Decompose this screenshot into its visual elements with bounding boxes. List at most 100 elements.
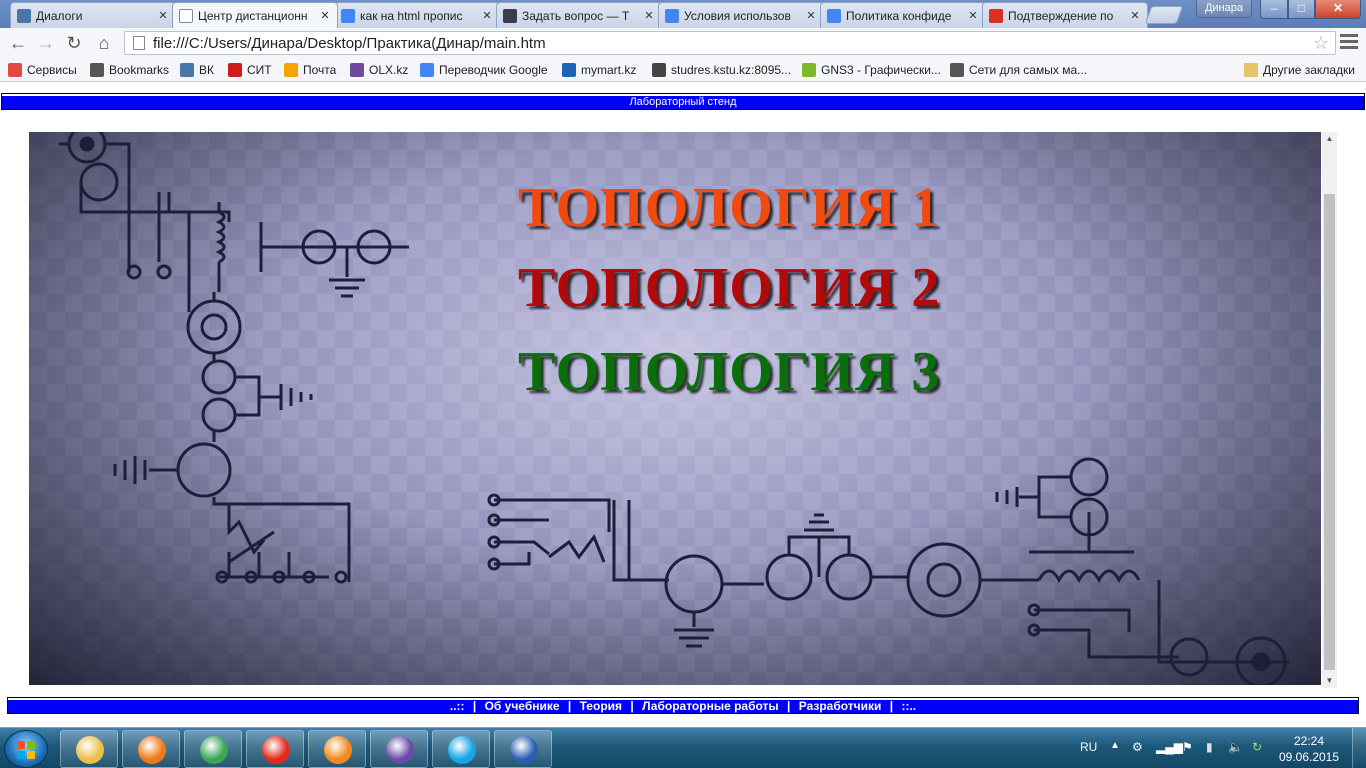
mymart-icon: [562, 63, 576, 77]
network-activity-icon[interactable]: ⚙: [1132, 740, 1143, 768]
visual-studio-icon: [386, 736, 414, 764]
scrollbar-thumb[interactable]: [1324, 194, 1335, 670]
show-desktop-button[interactable]: [1352, 728, 1366, 768]
explorer-icon: [76, 736, 104, 764]
menu-hamburger-icon[interactable]: [1340, 34, 1358, 50]
address-url[interactable]: file:///C:/Users/Динара/Desktop/Практика…: [153, 35, 1313, 52]
maximize-button[interactable]: □: [1288, 0, 1315, 19]
browser-tab-strip: Диалоги ✕ Центр дистанционн ✕ как на html пр…: [0, 0, 1366, 28]
topology-3-link[interactable]: ТОПОЛОГИЯ 3: [518, 340, 940, 404]
windows-logo-icon: [17, 741, 35, 759]
browser-tab[interactable]: Диалоги ✕: [10, 2, 176, 28]
bookmark-star-icon[interactable]: ☆: [1313, 33, 1329, 54]
other-bookmarks-folder[interactable]: Другие закладки: [1244, 62, 1355, 78]
nav-labs-link[interactable]: Лабораторные работы: [642, 699, 779, 713]
windows-taskbar: RU ▲ ⚙ ▂▄▆ ⚑ ▮ 🔈 ↻ 22:24 09.06.2015: [0, 727, 1366, 768]
browser-tab[interactable]: как на html пропис ✕: [334, 2, 500, 28]
gmail-icon: [989, 8, 1003, 23]
google-icon: [665, 8, 679, 23]
bookmark-item[interactable]: studres.kstu.kz:8095...: [652, 62, 791, 78]
skype-icon: [448, 736, 476, 764]
apps-grid-icon: [8, 63, 22, 77]
other-bookmarks-label: Другие закладки: [1263, 63, 1355, 77]
dots-icon: [652, 63, 666, 77]
firefox-icon: [324, 736, 352, 764]
browser-tab[interactable]: Политика конфиде ✕: [820, 2, 986, 28]
close-tab-icon[interactable]: ✕: [805, 9, 817, 22]
bookmark-label: Сервисы: [27, 63, 77, 77]
browser-tab[interactable]: Задать вопрос — Т ✕: [496, 2, 662, 28]
taskbar-app-yandex-browser[interactable]: [246, 730, 304, 768]
volume-icon[interactable]: 🔈: [1228, 740, 1243, 768]
start-button[interactable]: [4, 730, 48, 768]
bookmark-label: studres.kstu.kz:8095...: [671, 63, 792, 77]
gns3-icon: [802, 63, 816, 77]
topology-1-link[interactable]: ТОПОЛОГИЯ 1: [518, 176, 940, 240]
nav-theory-link[interactable]: Теория: [580, 699, 622, 713]
footer-right-mark: ::..: [901, 699, 917, 713]
close-tab-icon[interactable]: ✕: [1129, 9, 1141, 22]
browser-tab[interactable]: Подтверждение по ✕: [982, 2, 1148, 28]
bookmark-label: Bookmarks: [109, 63, 170, 77]
frame-scrollbar[interactable]: ▲ ▼: [1322, 132, 1337, 688]
taskbar-app-skype[interactable]: [432, 730, 490, 768]
address-bar[interactable]: file:///C:/Users/Динара/Desktop/Практика…: [124, 31, 1336, 55]
battery-icon[interactable]: ▮: [1206, 740, 1213, 768]
page-icon: [179, 8, 193, 23]
scroll-down-arrow-icon[interactable]: ▼: [1322, 674, 1337, 688]
close-window-button[interactable]: ✕: [1315, 0, 1361, 19]
bookmark-item[interactable]: Bookmarks: [90, 62, 169, 78]
minimize-button[interactable]: –: [1260, 0, 1288, 19]
tab-title: Подтверждение по: [1008, 8, 1114, 23]
browser-toolbar: ← → ↻ ⌂ file:///C:/Users/Динара/Desktop/…: [0, 28, 1366, 58]
taskbar-app-media-player[interactable]: [122, 730, 180, 768]
new-tab-button[interactable]: [1144, 6, 1184, 24]
bookmark-item[interactable]: Переводчик Google: [420, 62, 548, 78]
bookmark-label: mymart.kz: [581, 63, 637, 77]
browser-tab[interactable]: Центр дистанционн ✕: [172, 2, 338, 28]
taskbar-app-visual-studio[interactable]: [370, 730, 428, 768]
reload-icon[interactable]: ↻: [62, 32, 86, 54]
olx-icon: [350, 63, 364, 77]
mail-ring-icon: [284, 63, 298, 77]
close-tab-icon[interactable]: ✕: [643, 9, 655, 22]
close-tab-icon[interactable]: ✕: [967, 9, 979, 22]
tab-title: Центр дистанционн: [198, 8, 308, 23]
taskbar-app-chrome[interactable]: [184, 730, 242, 768]
folder-icon: [1244, 63, 1258, 77]
close-tab-icon[interactable]: ✕: [319, 9, 331, 22]
close-tab-icon[interactable]: ✕: [481, 9, 493, 22]
topology-2-link[interactable]: ТОПОЛОГИЯ 2: [518, 256, 940, 320]
chrome-icon: [200, 736, 228, 764]
bookmark-item[interactable]: OLX.kz: [350, 62, 408, 78]
bookmark-label: GNS3 - Графически...: [821, 63, 941, 77]
bookmark-item[interactable]: СИТ: [228, 62, 272, 78]
profile-badge[interactable]: Динара: [1196, 0, 1252, 18]
nav-about-link[interactable]: Об учебнике: [485, 699, 560, 713]
signal-bars-icon[interactable]: ▂▄▆: [1156, 740, 1183, 768]
scroll-up-arrow-icon[interactable]: ▲: [1322, 132, 1337, 146]
sync-icon[interactable]: ↻: [1252, 740, 1262, 768]
tab-title: Политика конфиде: [846, 8, 952, 23]
home-icon[interactable]: ⌂: [92, 32, 116, 54]
bookmark-item[interactable]: ВК: [180, 62, 214, 78]
system-clock[interactable]: 22:24 09.06.2015: [1276, 733, 1342, 765]
page-header-title: Лабораторный стенд: [629, 96, 737, 108]
action-center-flag-icon[interactable]: ⚑: [1182, 740, 1193, 768]
show-hidden-icons-icon[interactable]: ▲: [1110, 740, 1120, 768]
nav-developers-link[interactable]: Разработчики: [799, 699, 882, 713]
back-arrow-icon[interactable]: ←: [6, 32, 30, 54]
bookmark-item[interactable]: Сети для самых ма...: [950, 62, 1087, 78]
bookmark-item[interactable]: Почта: [284, 62, 336, 78]
bookmark-item[interactable]: GNS3 - Графически...: [802, 62, 941, 78]
browser-tab[interactable]: Условия использов ✕: [658, 2, 824, 28]
taskbar-app-word[interactable]: [494, 730, 552, 768]
close-tab-icon[interactable]: ✕: [157, 9, 169, 22]
taskbar-app-explorer[interactable]: [60, 730, 118, 768]
translate-icon: [420, 63, 434, 77]
language-indicator[interactable]: RU: [1080, 740, 1097, 768]
taskbar-app-firefox[interactable]: [308, 730, 366, 768]
bookmark-item[interactable]: Сервисы: [8, 62, 77, 78]
forward-arrow-icon[interactable]: →: [34, 32, 58, 54]
bookmark-item[interactable]: mymart.kz: [562, 62, 636, 78]
